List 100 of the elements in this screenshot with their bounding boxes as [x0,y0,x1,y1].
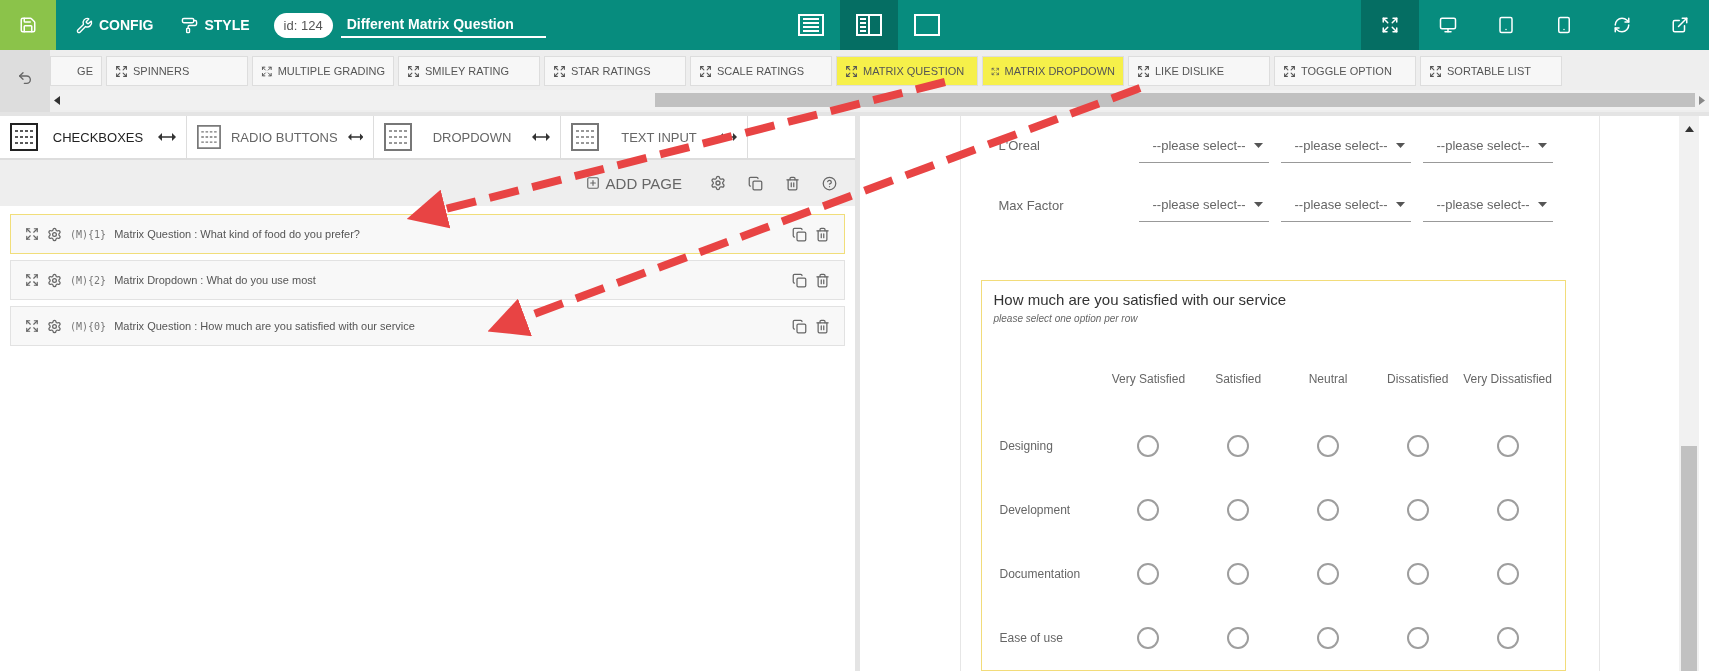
trash-icon[interactable] [815,226,830,242]
question-hint: please select one option per row [993,313,1139,324]
column-header: Neutral [1307,371,1349,388]
trash-icon[interactable] [785,175,800,191]
question-text: Matrix Question : What kind of food do you prefer? [114,228,361,240]
radio-button[interactable] [1406,627,1429,649]
palette-item[interactable]: SMILEY RATING [398,56,540,86]
radio-button[interactable] [1406,435,1429,457]
palette-item[interactable]: GE [50,56,102,86]
expand-icon [1137,64,1150,78]
blank-layout-icon [913,14,940,36]
question-item[interactable]: (M){0} Matrix Question : How much are you satisfied with our service [10,306,845,346]
radio-button[interactable] [1137,627,1160,649]
radio-button[interactable] [1227,563,1250,585]
radio-button[interactable] [1496,499,1519,521]
select-field[interactable]: --please select-- [1422,128,1553,163]
settings-icon[interactable] [47,318,62,334]
palette-item[interactable]: STAR RATINGS [544,56,686,86]
trash-icon[interactable] [815,272,830,288]
radio-button[interactable] [1406,499,1429,521]
question-title: How much are you satisfied with our service [993,291,1288,308]
palette-item[interactable]: MATRIX QUESTION [836,56,978,86]
scrollbar-thumb[interactable] [1681,446,1697,671]
palette-item[interactable]: MULTIPLE GRADING [252,56,394,86]
palette-item[interactable]: SPINNERS [106,56,248,86]
question-code: (M){2} [70,274,107,286]
row-label: L'Oreal [998,138,1041,154]
caret-down-icon [1395,202,1405,208]
field-block-icon [10,123,38,151]
palette-item[interactable]: SCALE RATINGS [690,56,832,86]
column-header: Very Dissatisfied [1462,371,1553,388]
style-button[interactable]: STYLE [167,0,264,50]
radio-button[interactable] [1227,499,1250,521]
save-icon [19,16,37,34]
palette-item[interactable]: SORTABLE LIST [1420,56,1562,86]
palette-item[interactable]: LIKE DISLIKE [1128,56,1270,86]
radio-button[interactable] [1317,627,1339,649]
copy-icon[interactable] [792,318,807,334]
copy-icon[interactable] [748,175,763,191]
select-field[interactable]: --please select-- [1280,188,1411,223]
expand-icon [1429,64,1442,78]
radio-button[interactable] [1137,499,1160,521]
question-item[interactable]: (M){1} Matrix Question : What kind of food do you prefer? [10,214,845,254]
expand-icon [407,64,420,78]
row-label: Designing [998,438,1054,455]
add-square-icon [585,176,600,190]
device-mode-button[interactable] [1361,0,1419,50]
radio-button[interactable] [1317,563,1339,585]
split-layout-icon [855,14,882,36]
expand-icon[interactable] [25,227,39,241]
field-block-icon [384,123,412,151]
config-button[interactable]: CONFIG [62,0,168,50]
select-field[interactable]: --please select-- [1138,128,1269,163]
radio-button[interactable] [1317,499,1339,521]
settings-icon[interactable] [47,272,62,288]
radio-button[interactable] [1227,627,1250,649]
phone-icon [1555,16,1573,34]
radio-button[interactable] [1496,563,1519,585]
column-header: Satisfied [1214,371,1263,388]
radio-button[interactable] [1496,435,1519,457]
select-field[interactable]: --please select-- [1422,188,1553,223]
caret-down-icon [1253,142,1263,148]
external-link-icon [1671,16,1689,34]
add-page-button[interactable]: ADD PAGE [579,173,688,193]
radio-button[interactable] [1406,563,1429,585]
question-item[interactable]: (M){2} Matrix Dropdown : What do you use most [10,260,845,300]
scrollbar-thumb[interactable] [655,93,1695,107]
settings-icon[interactable] [47,226,62,242]
radio-button[interactable] [1496,627,1519,649]
trash-icon[interactable] [815,318,830,334]
select-field[interactable]: --please select-- [1280,128,1411,163]
column-header: Very Satisfied [1110,371,1187,388]
settings-icon[interactable] [710,175,726,191]
expand-icon [261,64,273,78]
caret-down-icon [1395,142,1405,148]
palette-item[interactable]: MATRIX DROPDOWN [982,56,1124,86]
expand-icon[interactable] [25,273,39,287]
question-code: (M){0} [70,320,107,332]
caret-down-icon [1537,202,1547,208]
help-icon[interactable] [822,175,837,191]
copy-icon[interactable] [792,226,807,242]
title-field[interactable]: Different Matrix Question [340,12,546,38]
row-label: Documentation [998,566,1082,583]
list-layout-icon [797,14,824,36]
palette-item[interactable]: TOGGLE OPTION [1274,56,1416,86]
select-field[interactable]: --please select-- [1138,188,1269,223]
radio-button[interactable] [1137,435,1160,457]
paint-roller-icon [181,16,199,34]
radio-button[interactable] [1227,435,1250,457]
save-button[interactable] [0,0,56,50]
caret-down-icon [1537,142,1547,148]
expand-icon [699,64,712,78]
radio-button[interactable] [1137,563,1160,585]
row-label: Ease of use [998,630,1064,647]
field-block-icon [197,123,221,151]
copy-icon[interactable] [792,272,807,288]
expand-icon[interactable] [25,319,39,333]
swap-arrows-icon [532,133,550,141]
radio-button[interactable] [1317,435,1339,457]
view-mode-button[interactable] [839,0,898,50]
